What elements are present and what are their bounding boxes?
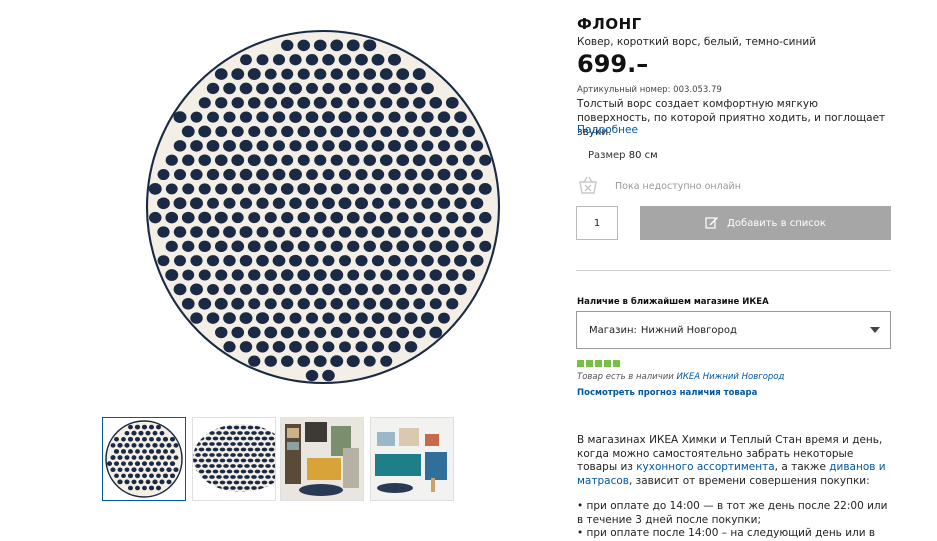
online-status: Пока недоступно онлайн: [577, 176, 897, 196]
basket-unavailable-icon: [577, 175, 599, 198]
stock-level-square: [604, 360, 611, 367]
more-link[interactable]: Подробнее: [577, 124, 897, 136]
product-price: 699.–: [577, 50, 649, 78]
thumbnail-living-room[interactable]: [280, 417, 364, 501]
article-number: Артикульный номер: 003.053.79: [577, 85, 722, 95]
quantity-input[interactable]: 1: [576, 206, 618, 240]
availability-heading: Наличие в ближайшем магазине ИКЕА: [577, 297, 769, 307]
chevron-down-icon: [870, 327, 880, 333]
thumbnail-sideboard-room[interactable]: [370, 417, 454, 501]
stock-level-square: [586, 360, 593, 367]
store-select[interactable]: Магазин: Нижний Новгород: [576, 311, 891, 349]
kitchen-range-link[interactable]: кухонного ассортимента: [636, 461, 774, 473]
pickup-info: В магазинах ИКЕА Химки и Теплый Стан вре…: [577, 434, 886, 487]
product-main-image[interactable]: [137, 28, 509, 386]
stock-level-square: [595, 360, 602, 367]
stock-forecast-link[interactable]: Посмотреть прогноз наличия товара: [577, 388, 897, 398]
product-subtitle: Ковер, короткий ворс, белый, темно-синий: [577, 36, 817, 48]
thumbnail-rug-top[interactable]: [102, 417, 186, 501]
add-to-list-button[interactable]: Добавить в список: [640, 206, 891, 240]
stock-level-indicator: [577, 360, 620, 367]
divider: [576, 270, 891, 271]
store-link[interactable]: ИКЕА Нижний Новгород: [676, 372, 784, 382]
pickup-rule-1: • при оплате до 14:00 — в тот же день по…: [577, 500, 888, 526]
stock-level-square: [577, 360, 584, 367]
pencil-list-icon: [705, 215, 719, 232]
size-info: Размер 80 см: [588, 150, 658, 161]
stock-level-square: [613, 360, 620, 367]
in-stock-text: Товар есть в наличии ИКЕА Нижний Новгоро…: [577, 372, 785, 382]
product-title: ФЛОНГ: [577, 15, 642, 33]
thumbnail-rug-angle[interactable]: [192, 417, 276, 501]
pickup-rule-2: • при оплате после 14:00 – на следующий …: [577, 527, 876, 539]
